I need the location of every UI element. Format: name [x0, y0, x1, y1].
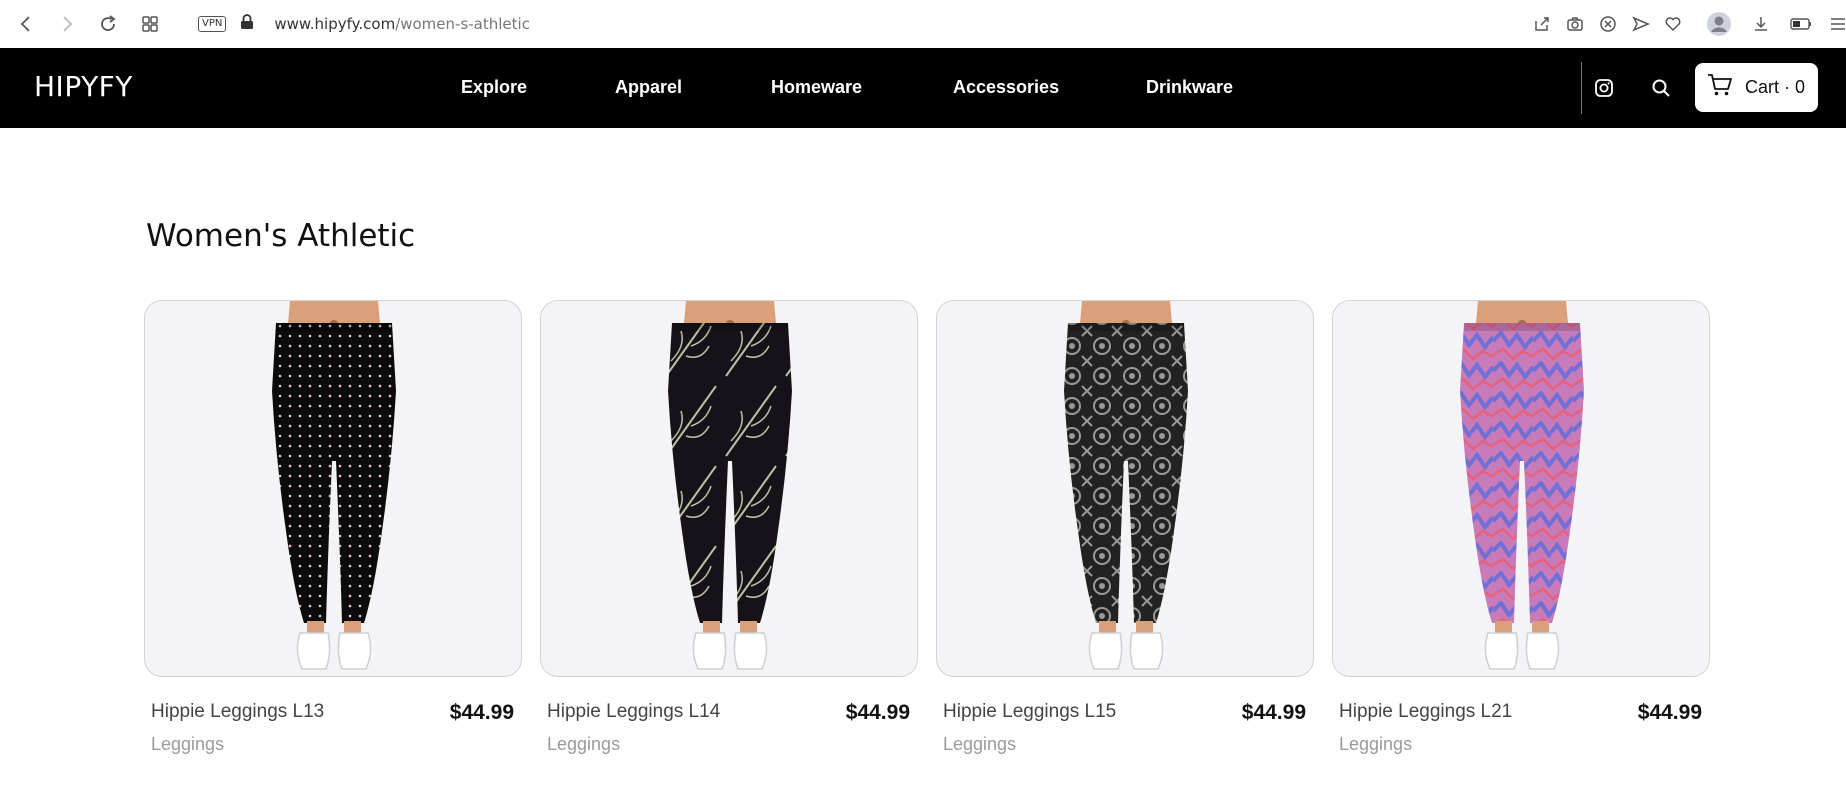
- share-icon[interactable]: [1528, 10, 1556, 38]
- torso-skin: [288, 301, 380, 323]
- leggings-illustration: [668, 301, 792, 670]
- product-info: Hippie Leggings L15 $44.99 Leggings: [936, 677, 1314, 767]
- lock-icon[interactable]: [240, 13, 254, 35]
- product-name[interactable]: Hippie Leggings L15: [943, 701, 1116, 723]
- cart-button[interactable]: Cart · 0: [1695, 63, 1818, 112]
- camera-icon[interactable]: [1561, 10, 1589, 38]
- page-title: Women's Athletic: [146, 218, 416, 254]
- waistband-shade: [276, 323, 392, 331]
- reload-icon[interactable]: [96, 12, 120, 36]
- product-name[interactable]: Hippie Leggings L14: [547, 701, 720, 723]
- shoe-left: [1484, 632, 1519, 670]
- product-category: Leggings: [1339, 734, 1413, 754]
- shoe-right: [1525, 632, 1560, 670]
- shoe-right: [733, 632, 768, 670]
- send-icon[interactable]: [1627, 10, 1655, 38]
- product-image[interactable]: [936, 300, 1314, 677]
- shoe-left: [296, 632, 331, 670]
- product-card[interactable]: Hippie Leggings L13 $44.99 Leggings: [144, 300, 522, 767]
- nav-accessories[interactable]: Accessories: [953, 77, 1059, 98]
- nav-explore[interactable]: Explore: [461, 77, 527, 98]
- product-info: Hippie Leggings L14 $44.99 Leggings: [540, 677, 918, 767]
- shoe-right: [337, 632, 372, 670]
- cart-icon: [1707, 73, 1733, 102]
- site-header: HIPYFY Explore Apparel Homeware Accessor…: [0, 48, 1846, 128]
- forward-arrow-icon[interactable]: [55, 12, 79, 36]
- product-card[interactable]: Hippie Leggings L15 $44.99 Leggings: [936, 300, 1314, 767]
- product-image[interactable]: [1332, 300, 1710, 677]
- product-card[interactable]: Hippie Leggings L14 $44.99 Leggings: [540, 300, 918, 767]
- torso-skin: [684, 301, 776, 323]
- product-category: Leggings: [151, 734, 225, 754]
- back-arrow-icon[interactable]: [14, 12, 38, 36]
- product-price: $44.99: [449, 701, 514, 724]
- leggings-illustration: [1460, 301, 1584, 670]
- product-name[interactable]: Hippie Leggings L13: [151, 701, 324, 723]
- product-price: $44.99: [845, 701, 910, 724]
- profile-avatar-icon[interactable]: [1705, 10, 1733, 38]
- product-name[interactable]: Hippie Leggings L21: [1339, 701, 1512, 723]
- url-path: /women-s-athletic: [395, 15, 530, 33]
- leggings-shape: [1064, 323, 1188, 623]
- leggings-illustration: [272, 301, 396, 670]
- leggings-shape: [668, 323, 792, 623]
- product-price: $44.99: [1637, 701, 1702, 724]
- instagram-icon[interactable]: [1591, 75, 1617, 101]
- nav-apparel[interactable]: Apparel: [615, 77, 682, 98]
- battery-icon[interactable]: [1787, 10, 1815, 38]
- nav-homeware[interactable]: Homeware: [771, 77, 862, 98]
- shoe-left: [1088, 632, 1123, 670]
- header-divider: [1581, 62, 1582, 114]
- waistband-shade: [672, 323, 788, 331]
- shoe-left: [692, 632, 727, 670]
- product-info: Hippie Leggings L13 $44.99 Leggings: [144, 677, 522, 767]
- leggings-illustration: [1064, 301, 1188, 670]
- vpn-badge[interactable]: VPN: [198, 16, 227, 32]
- torso-skin: [1080, 301, 1172, 323]
- shoe-right: [1129, 632, 1164, 670]
- waistband-shade: [1464, 323, 1580, 331]
- url-text[interactable]: www.hipyfy.com/women-s-athletic: [274, 15, 530, 33]
- torso-skin: [1476, 301, 1568, 323]
- product-category: Leggings: [547, 734, 621, 754]
- download-icon[interactable]: [1747, 10, 1775, 38]
- product-info: Hippie Leggings L21 $44.99 Leggings: [1332, 677, 1710, 767]
- nav-drinkware[interactable]: Drinkware: [1146, 77, 1233, 98]
- address-bar[interactable]: VPN www.hipyfy.com/women-s-athletic: [198, 12, 530, 36]
- product-image[interactable]: [144, 300, 522, 677]
- product-image[interactable]: [540, 300, 918, 677]
- search-icon[interactable]: [1648, 75, 1674, 101]
- browser-toolbar: VPN www.hipyfy.com/women-s-athletic: [0, 0, 1846, 48]
- menu-icon[interactable]: [1824, 10, 1846, 38]
- cart-label: Cart · 0: [1745, 77, 1806, 97]
- product-category: Leggings: [943, 734, 1017, 754]
- site-logo[interactable]: HIPYFY: [34, 70, 133, 103]
- url-domain: www.hipyfy.com: [274, 15, 396, 33]
- product-card[interactable]: Hippie Leggings L21 $44.99 Leggings: [1332, 300, 1710, 767]
- product-price: $44.99: [1241, 701, 1306, 724]
- leggings-shape: [272, 323, 396, 623]
- shield-x-icon[interactable]: [1594, 10, 1622, 38]
- heart-icon[interactable]: [1659, 10, 1687, 38]
- leggings-shape: [1460, 323, 1584, 623]
- waistband-shade: [1068, 323, 1184, 331]
- tabs-grid-icon[interactable]: [138, 12, 162, 36]
